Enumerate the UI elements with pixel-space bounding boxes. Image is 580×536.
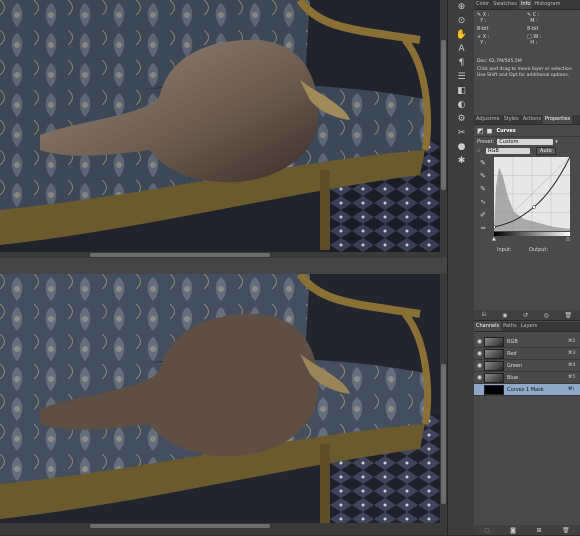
info-hint: Click and drag to move layer or selectio… — [477, 67, 574, 78]
output-label: Output: — [529, 246, 549, 253]
on-image-adjust-icon[interactable]: ☝ — [477, 148, 480, 154]
type-icon[interactable]: A — [448, 42, 475, 56]
eyedropper-gray-icon[interactable]: ✎ — [477, 170, 489, 183]
channel-thumbnail — [484, 360, 504, 371]
channel-name: Red — [507, 350, 517, 357]
channel-thumbnail — [484, 348, 504, 359]
eye-icon[interactable]: ◉ — [475, 350, 484, 357]
trash-icon[interactable]: 🗑 — [565, 312, 573, 319]
history-icon[interactable]: ⊙ — [448, 14, 475, 28]
input-label: Input: — [497, 246, 512, 253]
channel-row-blue[interactable]: ◉ Blue ⌘5 — [474, 372, 580, 384]
circle-icon[interactable]: ● — [448, 140, 475, 154]
bit-depth-left: 8-bit — [477, 26, 489, 32]
channel-shortcut: ⌘3 — [568, 351, 576, 356]
status-bar — [0, 529, 447, 535]
black-point-slider[interactable]: ▲ — [492, 236, 496, 242]
eyedropper-white-icon[interactable]: ✎ — [477, 183, 489, 196]
mask-icon[interactable]: ◼ — [487, 127, 493, 135]
panel-icon-strip: ⊕ ⊙ ✋ A ¶ ☰ ◧ ◐ ⚙ ✂ ● ✱ — [447, 0, 475, 535]
photo-bottom — [0, 274, 440, 523]
input-gradient — [494, 232, 570, 236]
channel-shortcut: ⌘5 — [568, 375, 576, 380]
load-selection-icon[interactable]: ◌ — [484, 527, 489, 534]
right-panels: Color Swatches Info Histogram ✎ X : Y : … — [474, 0, 580, 536]
pencil-icon[interactable]: ✐ — [477, 209, 489, 222]
tab-adjustments[interactable]: Adjustme — [474, 115, 502, 124]
channels-panel: Channels Paths Layers ◉ RGB ⌘2 ◉ Red ⌘3 … — [474, 322, 580, 536]
channel-name: Blue — [507, 374, 519, 381]
eye-icon[interactable]: ◉ — [475, 374, 484, 381]
tab-styles[interactable]: Styles — [502, 115, 521, 124]
tab-properties[interactable]: Properties — [543, 115, 573, 124]
channel-dropdown[interactable]: RGB — [486, 147, 531, 154]
hand-icon[interactable]: ✋ — [448, 28, 475, 42]
document-divider — [0, 258, 447, 274]
channel-row-curves-mask[interactable]: Curves 1 Mask ⌘\ — [474, 384, 580, 396]
info-m-label: M : — [530, 18, 538, 24]
white-point-slider[interactable]: △ — [566, 236, 570, 242]
mask-thumbnail — [484, 384, 504, 395]
info-g-label: Y : — [480, 18, 487, 24]
new-channel-icon[interactable]: ⊞ — [536, 527, 541, 534]
bit-depth-right: 8-bit — [527, 26, 539, 32]
tab-paths[interactable]: Paths — [501, 322, 519, 331]
channel-row-red[interactable]: ◉ Red ⌘3 — [474, 348, 580, 360]
channel-row-green[interactable]: ◉ Green ⌘4 — [474, 360, 580, 372]
move-tool-icon[interactable]: ⊕ — [448, 0, 475, 14]
trash-icon[interactable]: 🗑 — [562, 527, 570, 534]
channel-shortcut: ⌘2 — [568, 339, 576, 344]
info-y-label: Y : — [480, 40, 487, 46]
scissors-icon[interactable]: ✂ — [448, 126, 475, 140]
chevron-down-icon[interactable]: ▾ — [555, 139, 558, 145]
photo-top — [0, 0, 440, 252]
curve-point-icon[interactable]: ∿ — [477, 196, 489, 209]
gear-icon[interactable]: ⚙ — [448, 112, 475, 126]
info-h-label: H : — [530, 40, 538, 46]
adjustment-icon[interactable]: ◐ — [448, 98, 475, 112]
doc-size: Doc: 62,7M/505,5M — [477, 59, 522, 64]
clip-to-layer-icon[interactable]: ⎌ — [482, 311, 487, 319]
preset-dropdown[interactable]: Custom — [497, 138, 554, 145]
tab-actions[interactable]: Actions — [521, 115, 543, 124]
auto-button[interactable]: Auto — [536, 146, 556, 155]
smooth-icon[interactable]: ≈ — [477, 222, 489, 235]
info-panel: Color Swatches Info Histogram ✎ X : Y : … — [474, 0, 580, 116]
document-canvas-top[interactable] — [0, 0, 447, 258]
view-previous-icon[interactable]: ◉ — [502, 312, 507, 319]
channel-thumbnail — [484, 372, 504, 383]
preset-label: Preset: — [477, 138, 495, 145]
tab-histogram[interactable]: Histogram — [532, 0, 562, 9]
channel-shortcut: ⌘4 — [568, 363, 576, 368]
channel-shortcut: ⌘\ — [568, 387, 575, 392]
tab-layers[interactable]: Layers — [519, 322, 540, 331]
curves-adjustment-icon: ◩ — [477, 126, 484, 135]
eye-icon[interactable]: ◉ — [475, 362, 484, 369]
sparkle-icon[interactable]: ✱ — [448, 154, 475, 168]
curves-area: ✎ ✎ ✎ ∿ ✐ ≈ ▲ △ — [474, 155, 580, 245]
tab-channels[interactable]: Channels — [474, 322, 502, 331]
document-canvas-bottom[interactable] — [0, 274, 447, 529]
curves-graph[interactable] — [494, 157, 570, 231]
visibility-icon[interactable]: ◎ — [544, 312, 549, 319]
channel-thumbnail — [484, 336, 504, 347]
properties-title: Curves — [496, 127, 516, 134]
properties-panel: Adjustme Styles Actions Properties ◩ ◼ C… — [474, 115, 580, 321]
channel-name: RGB — [507, 338, 518, 345]
list-icon[interactable]: ☰ — [448, 70, 475, 84]
reset-icon[interactable]: ↺ — [523, 312, 528, 319]
eyedropper-black-icon[interactable]: ✎ — [477, 157, 489, 170]
tab-info[interactable]: Info — [518, 0, 533, 9]
layers-icon[interactable]: ◧ — [448, 84, 475, 98]
channel-name: Curves 1 Mask — [507, 386, 544, 393]
tab-color[interactable]: Color — [474, 0, 491, 9]
paragraph-icon[interactable]: ¶ — [448, 56, 475, 70]
tab-swatches[interactable]: Swatches — [491, 0, 519, 9]
channel-row-rgb[interactable]: ◉ RGB ⌘2 — [474, 336, 580, 348]
eye-icon[interactable]: ◉ — [475, 338, 484, 345]
save-selection-icon[interactable]: ◙ — [510, 527, 516, 534]
channel-name: Green — [507, 362, 523, 369]
